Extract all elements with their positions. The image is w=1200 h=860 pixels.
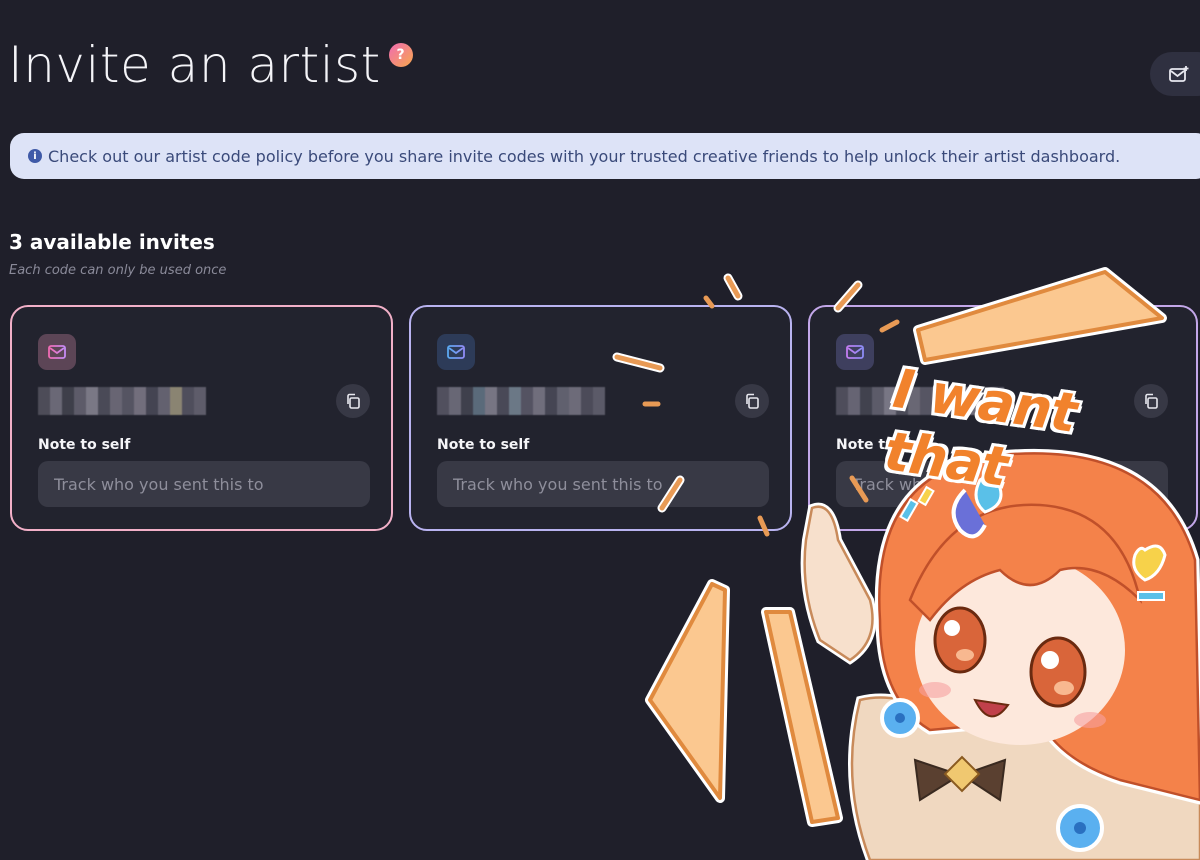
available-invites-count: 3 available invites: [9, 230, 215, 254]
copy-icon: [347, 393, 360, 409]
note-to-self-label: Note to self: [38, 437, 131, 453]
note-to-self-input[interactable]: [38, 461, 370, 507]
invite-code-redacted: [437, 387, 605, 415]
mail-plus-icon: [1169, 66, 1189, 82]
note-to-self-label: Note to self: [437, 437, 530, 453]
note-to-self-input[interactable]: [437, 461, 769, 507]
page-title: Invite an artist: [8, 36, 381, 94]
invite-code-redacted: [38, 387, 206, 415]
help-icon[interactable]: ?: [388, 43, 413, 67]
mail-icon: [437, 334, 475, 370]
copy-code-button[interactable]: [735, 384, 769, 418]
mail-icon: [836, 334, 874, 370]
new-invite-button[interactable]: [1150, 52, 1200, 96]
info-icon: i: [28, 149, 42, 163]
invites-subtitle: Each code can only be used once: [9, 263, 227, 278]
copy-icon: [746, 393, 759, 409]
policy-banner-text[interactable]: Check out our artist code policy before …: [48, 147, 1120, 166]
page-title-row: Invite an artist ?: [8, 36, 413, 94]
invite-card: Note to self: [409, 305, 792, 531]
copy-code-button[interactable]: [336, 384, 370, 418]
mail-icon: [38, 334, 76, 370]
invite-card: Note to self: [10, 305, 393, 531]
policy-banner: i Check out our artist code policy befor…: [10, 133, 1200, 179]
